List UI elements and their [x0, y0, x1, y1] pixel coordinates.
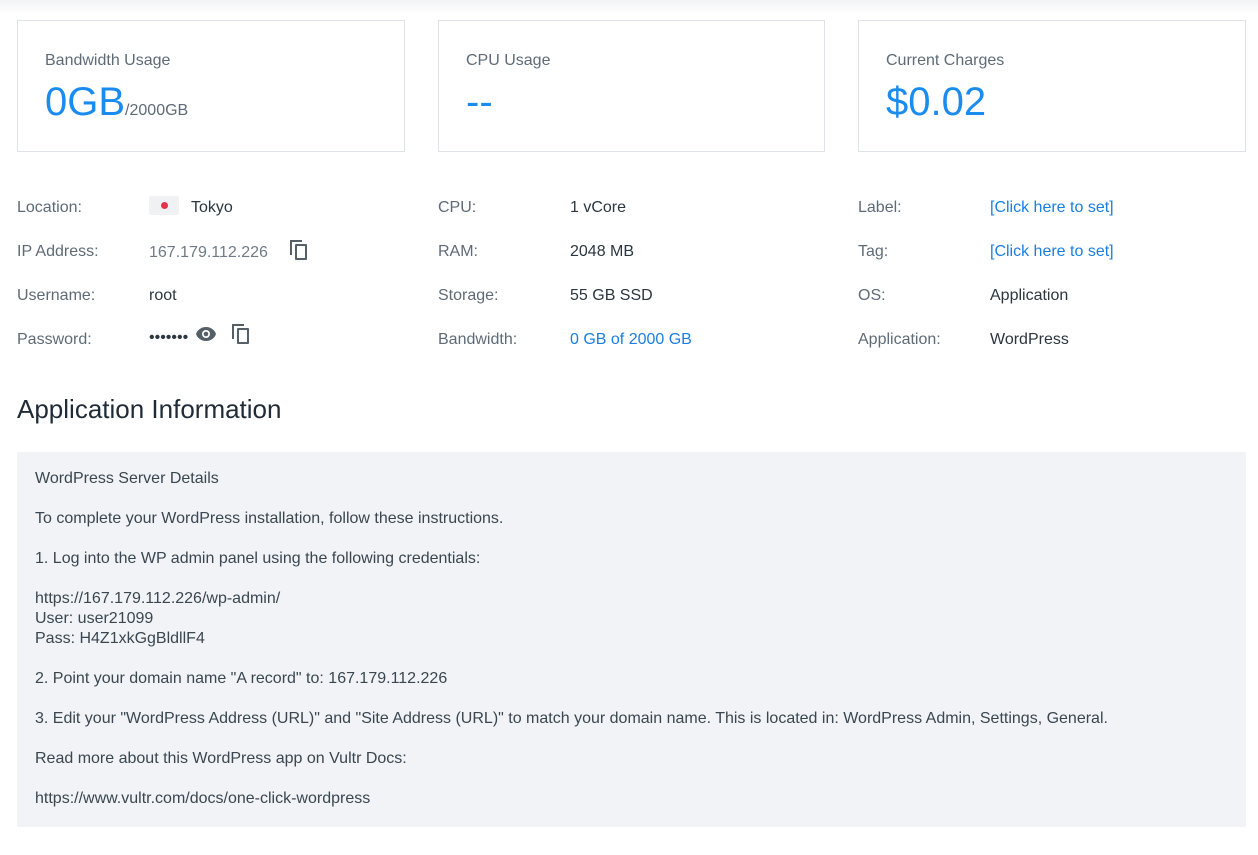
set-label-link[interactable]: [Click here to set] [990, 196, 1114, 220]
os-label: OS: [858, 287, 886, 304]
username-value: root [149, 287, 177, 304]
ram-value: 2048 MB [570, 243, 635, 260]
info-line: WordPress Server Details [35, 470, 219, 487]
password-label: Password: [17, 331, 92, 348]
username-label: Username: [17, 287, 96, 304]
application-value: WordPress [990, 331, 1069, 348]
location-value: Tokyo [149, 196, 233, 220]
japan-flag-icon [149, 196, 179, 215]
os-value: Application [990, 287, 1069, 304]
bandwidth-label: Bandwidth: [438, 331, 518, 348]
cpu-value: 1 vCore [570, 199, 627, 216]
bandwidth-link[interactable]: 0 GB of 2000 GB [570, 328, 692, 352]
application-label: Application: [858, 331, 941, 348]
bandwidth-usage-card: Bandwidth Usage 0GB/2000GB [17, 20, 405, 152]
admin-user-line: User: user21099 [35, 610, 154, 627]
application-info-panel: WordPress Server Details To complete you… [17, 452, 1246, 827]
info-line: 2. Point your domain name "A record" to:… [35, 670, 448, 687]
info-line: To complete your WordPress installation,… [35, 510, 504, 527]
info-line: 3. Edit your "WordPress Address (URL)" a… [35, 710, 1108, 727]
show-password-eye-icon[interactable] [195, 326, 217, 342]
ram-label: RAM: [438, 243, 478, 260]
copy-ip-icon[interactable] [290, 240, 308, 260]
docs-url-line: https://www.vultr.com/docs/one-click-wor… [35, 790, 371, 807]
info-line: Read more about this WordPress app on Vu… [35, 750, 407, 767]
password-value: ••••••• [149, 329, 189, 346]
cpu-usage-card: CPU Usage -- [438, 20, 825, 152]
cpu-label: CPU: [438, 199, 477, 216]
card-title: Bandwidth Usage [45, 52, 171, 69]
storage-label: Storage: [438, 287, 499, 304]
info-line: 1. Log into the WP admin panel using the… [35, 550, 481, 567]
label-label: Label: [858, 199, 902, 216]
tag-label: Tag: [858, 243, 889, 260]
admin-url-line: https://167.179.112.226/wp-admin/ [35, 590, 281, 607]
card-title: Current Charges [886, 52, 1005, 69]
ip-address-value: 167.179.112.226 [149, 244, 268, 261]
current-charges-card: Current Charges $0.02 [858, 20, 1246, 152]
bandwidth-used: 0GB [45, 80, 126, 124]
section-title-application-information: Application Information [17, 394, 282, 424]
bandwidth-usage-value: 0GB/2000GB [45, 79, 188, 134]
bandwidth-total: /2000GB [125, 102, 189, 119]
admin-pass-line: Pass: H4Z1xkGgBldllF4 [35, 630, 205, 647]
copy-password-icon[interactable] [232, 324, 250, 344]
current-charges-value: $0.02 [886, 80, 987, 124]
ip-address-label: IP Address: [17, 243, 99, 260]
cpu-usage-value: -- [466, 80, 493, 124]
location-label: Location: [17, 199, 82, 216]
storage-value: 55 GB SSD [570, 287, 653, 304]
top-shadow [0, 0, 1258, 14]
card-title: CPU Usage [466, 52, 551, 69]
set-tag-link[interactable]: [Click here to set] [990, 240, 1114, 264]
location-text: Tokyo [191, 199, 233, 216]
